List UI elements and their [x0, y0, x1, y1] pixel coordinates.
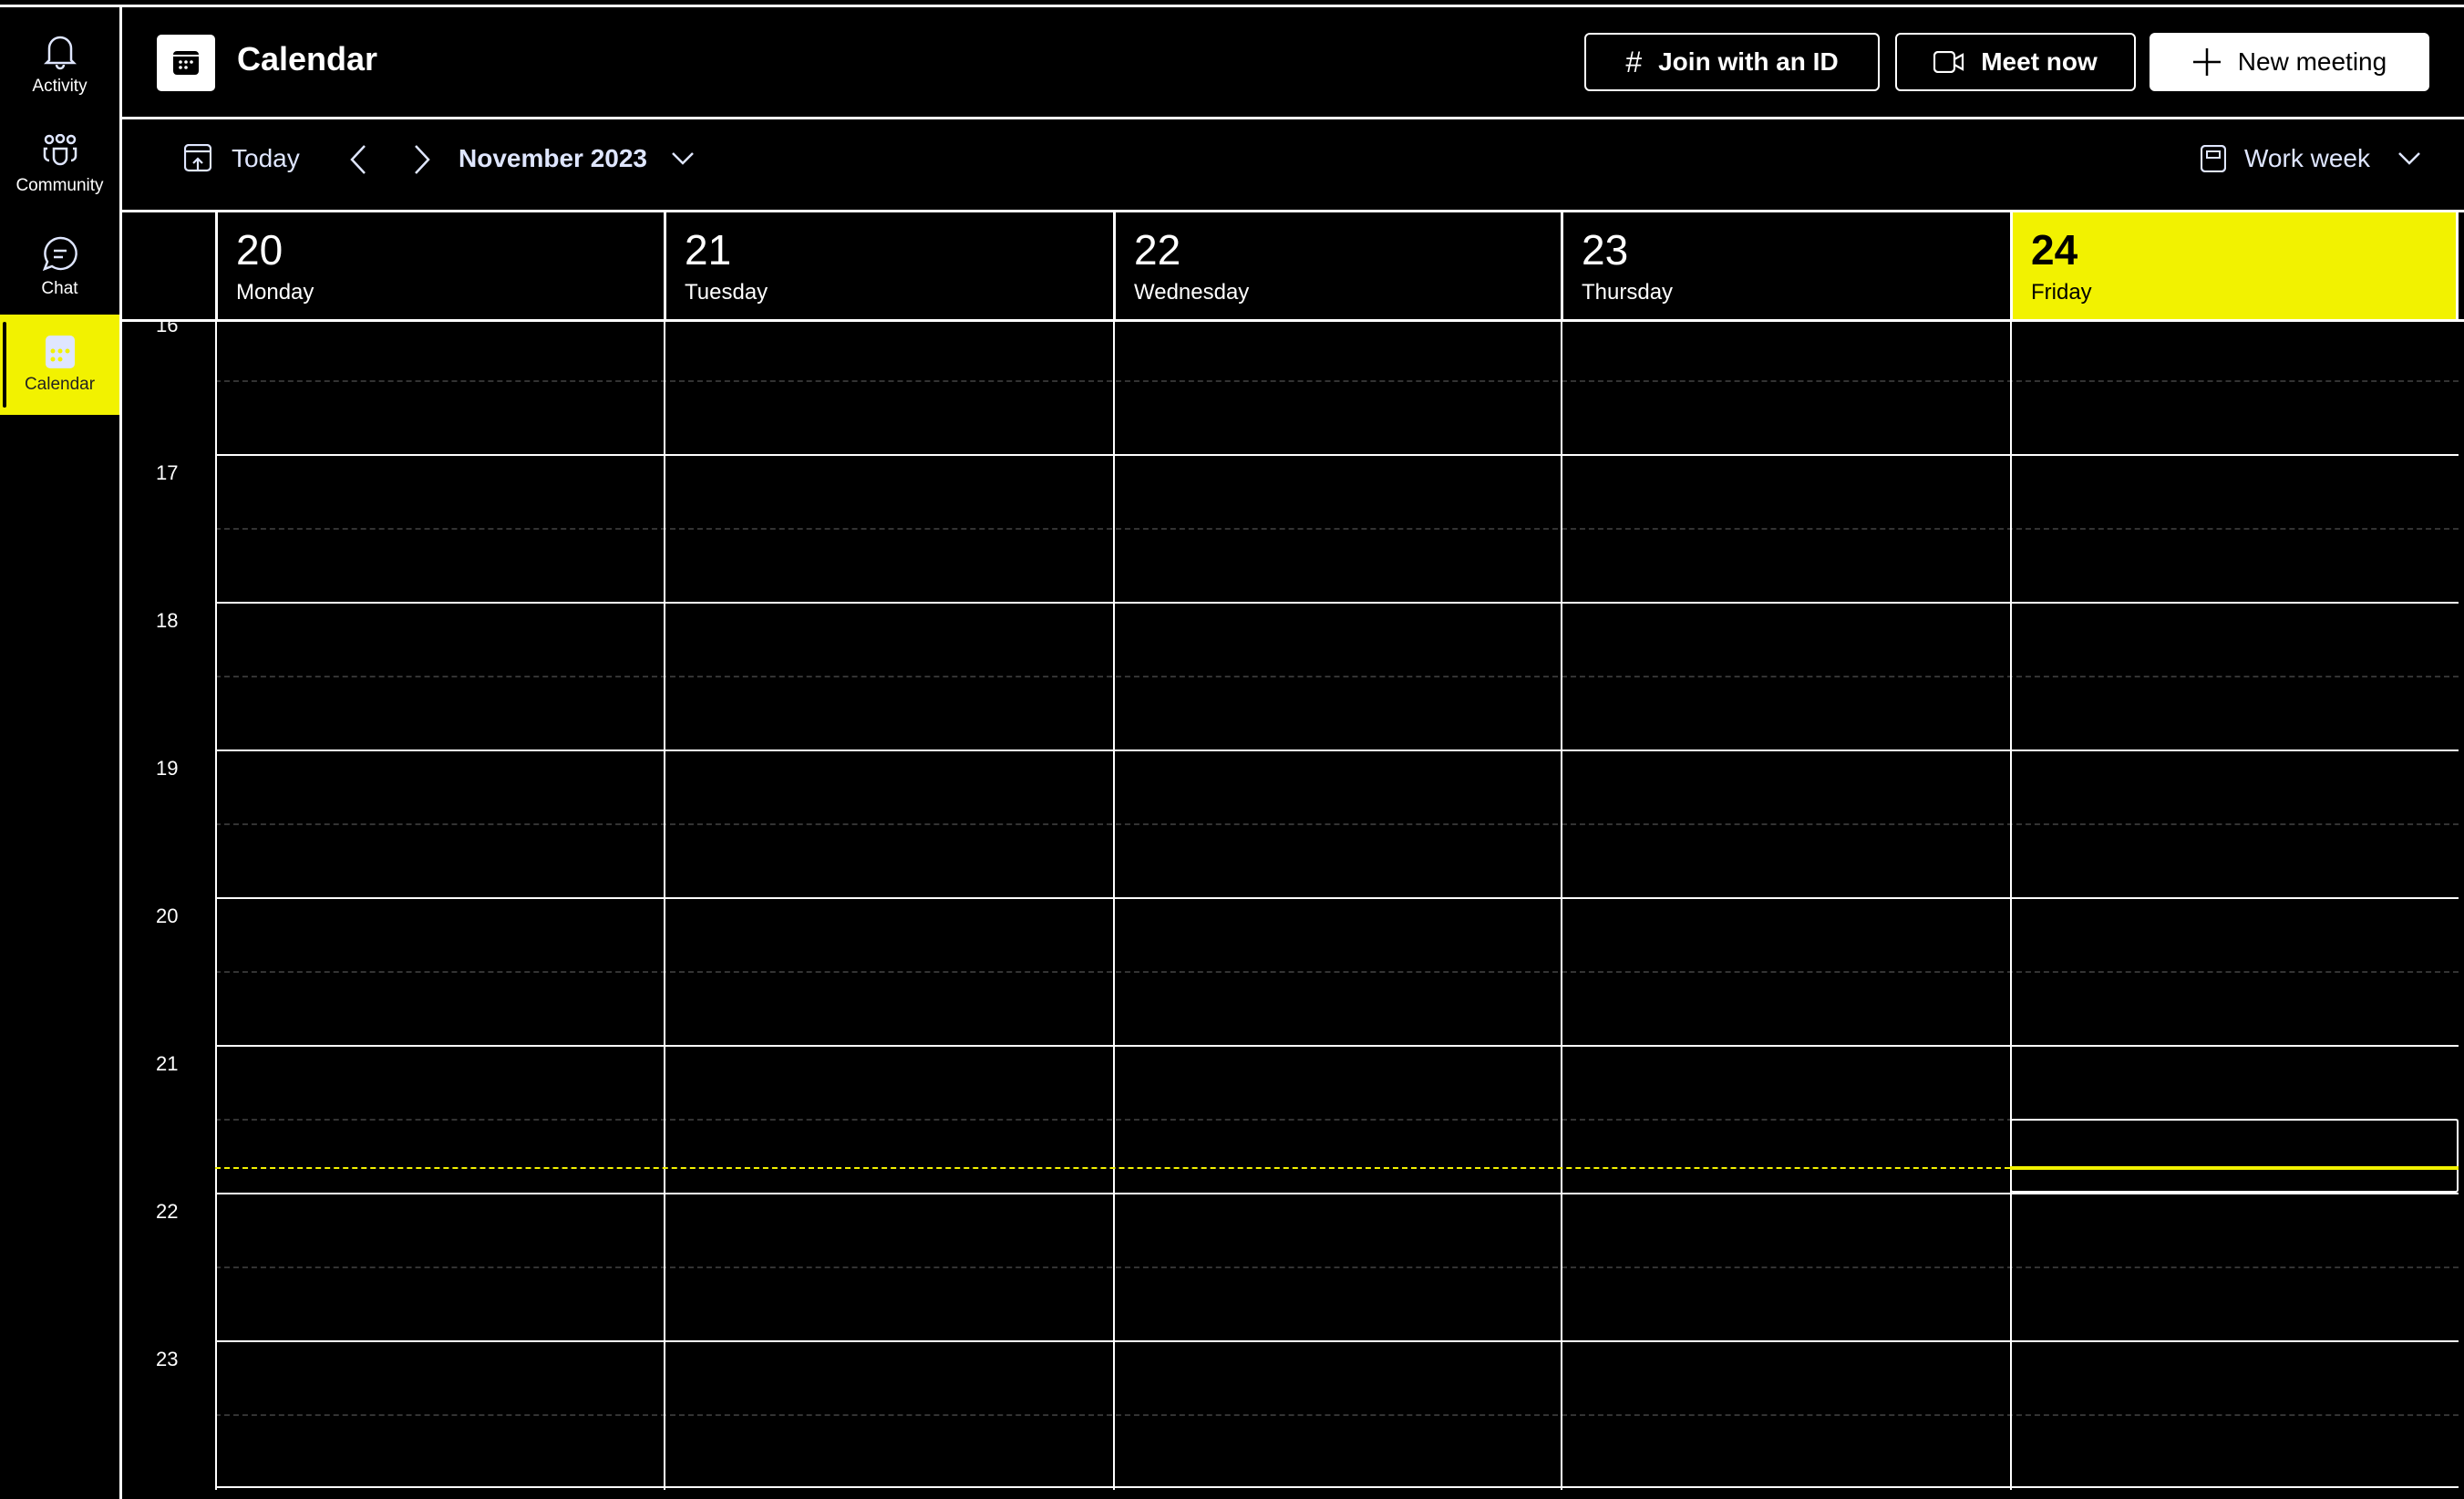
day-header-friday-today[interactable]: 24 Friday — [2010, 212, 2459, 321]
top-border — [0, 5, 2464, 7]
today-button[interactable]: Today — [184, 144, 300, 173]
current-time-indicator — [2010, 1166, 2459, 1171]
day-name: Tuesday — [685, 280, 768, 305]
hour-label: 23 — [156, 1348, 179, 1370]
hour-line — [215, 602, 2459, 604]
hour-line — [215, 454, 2459, 456]
half-hour-line — [215, 528, 2459, 530]
chevron-down-icon — [2398, 152, 2420, 165]
day-name: Wednesday — [1134, 280, 1250, 305]
hour-line — [215, 1340, 2459, 1342]
day-number: 21 — [685, 226, 732, 274]
sidebar-item-label: Chat — [41, 279, 78, 298]
day-name: Friday — [2031, 280, 2092, 305]
hour-label: 16 — [156, 321, 179, 336]
hour-line — [215, 1193, 2459, 1194]
hour-line — [215, 750, 2459, 751]
half-hour-line — [215, 971, 2459, 973]
day-column-divider — [1113, 321, 1115, 1490]
hash-icon: # — [1625, 45, 1643, 78]
day-number: 23 — [1582, 226, 1629, 274]
half-hour-line — [215, 1266, 2459, 1268]
community-icon — [43, 134, 77, 166]
hour-line — [215, 1045, 2459, 1047]
grid-bottom-line — [215, 1486, 2459, 1488]
month-picker[interactable]: November 2023 — [459, 144, 695, 173]
previous-week-button[interactable] — [348, 144, 368, 175]
calendar-today-icon — [184, 144, 211, 172]
calendar-icon — [45, 336, 75, 368]
sidebar-item-calendar[interactable]: Calendar — [0, 315, 119, 415]
meet-now-button[interactable]: Meet now — [1895, 33, 2136, 91]
current-time-line — [215, 1167, 2010, 1170]
half-hour-line — [215, 1414, 2459, 1416]
day-column-divider — [664, 321, 665, 1490]
page-title: Calendar — [237, 40, 378, 78]
sidebar-item-label: Activity — [32, 77, 88, 96]
day-name: Monday — [236, 280, 314, 305]
view-selector[interactable]: Work week — [2201, 144, 2421, 173]
day-column-divider — [1561, 321, 1562, 1490]
app-bar: Activity Community Chat Calendar — [0, 7, 119, 1499]
hour-label: 20 — [156, 905, 179, 927]
calendar-app-icon — [157, 35, 215, 91]
chevron-left-icon — [350, 145, 366, 174]
hour-label: 19 — [156, 757, 179, 780]
half-hour-line — [215, 823, 2459, 825]
hour-label: 17 — [156, 461, 179, 484]
day-number: 20 — [236, 226, 284, 274]
half-hour-line — [215, 676, 2459, 677]
chevron-down-icon — [672, 152, 694, 165]
day-number: 24 — [2031, 226, 2078, 274]
hour-label: 22 — [156, 1200, 179, 1223]
sidebar-item-label: Community — [15, 176, 104, 195]
sidebar-item-community[interactable]: Community — [0, 115, 119, 215]
day-header-tuesday[interactable]: 21 Tuesday — [664, 212, 1113, 321]
join-with-id-button[interactable]: # Join with an ID — [1584, 33, 1880, 91]
day-number: 22 — [1134, 226, 1181, 274]
join-label: Join with an ID — [1658, 47, 1839, 76]
time-grid[interactable]: 16 17 18 19 20 21 22 23 — [121, 321, 2464, 1490]
selected-time-slot[interactable] — [2010, 1119, 2459, 1193]
day-header-monday[interactable]: 20 Monday — [215, 212, 664, 321]
hour-label: 18 — [156, 609, 179, 632]
sidebar-item-label: Calendar — [24, 375, 96, 394]
chevron-right-icon — [415, 145, 430, 174]
today-label: Today — [232, 144, 300, 172]
next-week-button[interactable] — [412, 144, 432, 175]
view-icon — [2201, 145, 2226, 172]
half-hour-line — [215, 380, 2459, 382]
day-column-divider — [215, 321, 217, 1490]
new-meeting-button[interactable]: New meeting — [2150, 33, 2429, 91]
header-divider — [121, 117, 2464, 119]
day-header-thursday[interactable]: 23 Thursday — [1561, 212, 2010, 321]
video-camera-icon — [1933, 51, 1964, 73]
day-header-wednesday[interactable]: 22 Wednesday — [1113, 212, 1561, 321]
day-name: Thursday — [1582, 280, 1674, 305]
day-column-divider — [2010, 321, 2012, 1490]
hour-line — [215, 897, 2459, 899]
sidebar-item-activity[interactable]: Activity — [0, 15, 119, 115]
sidebar-item-chat[interactable]: Chat — [0, 217, 119, 317]
meet-label: Meet now — [1981, 47, 2098, 76]
new-meeting-label: New meeting — [2237, 47, 2387, 76]
plus-icon — [2192, 48, 2221, 76]
hour-label: 21 — [156, 1052, 179, 1075]
month-label: November 2023 — [459, 144, 648, 172]
view-label: Work week — [2244, 144, 2370, 172]
chat-icon — [42, 236, 77, 272]
bell-icon — [43, 36, 77, 70]
